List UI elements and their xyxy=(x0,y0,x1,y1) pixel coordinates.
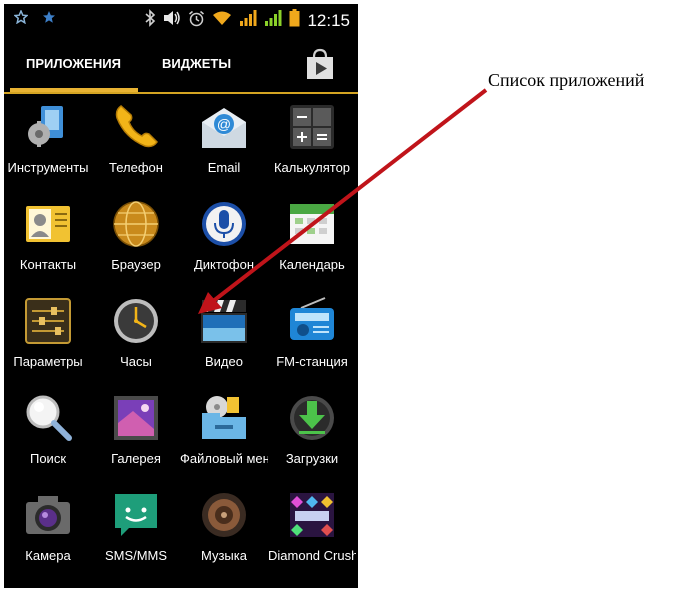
phone-screen: 12:15 ПРИЛОЖЕНИЯ ВИДЖЕТЫ Инструменты Тел… xyxy=(4,4,358,588)
app-label: Музыка xyxy=(201,548,247,563)
app-label: Диктофон xyxy=(193,257,255,272)
app-label: Email xyxy=(207,160,241,175)
app-recorder[interactable]: Диктофон xyxy=(180,197,268,294)
calendar-icon xyxy=(287,199,337,249)
annotation-label: Список приложений xyxy=(488,70,645,90)
star-icon xyxy=(42,10,56,29)
tab-widgets[interactable]: ВИДЖЕТЫ xyxy=(162,56,231,71)
app-label: Поиск xyxy=(29,451,67,466)
app-label: Календарь xyxy=(279,257,345,272)
app-label: Камера xyxy=(25,548,71,563)
clock-icon xyxy=(111,296,161,346)
bluetooth-icon xyxy=(144,9,156,32)
app-label: Часы xyxy=(120,354,152,369)
app-label: Калькулятор xyxy=(273,160,351,175)
tab-apps-indicator xyxy=(10,88,138,92)
app-fm-radio[interactable]: FM-станция xyxy=(268,294,356,391)
app-downloads[interactable]: Загрузки xyxy=(268,391,356,488)
messaging-icon xyxy=(111,490,161,540)
app-label: Телефон xyxy=(109,160,163,175)
app-camera[interactable]: Камера xyxy=(4,488,92,585)
app-label: Файловый менеджер xyxy=(180,451,268,466)
radio-icon xyxy=(287,296,337,346)
star-icon xyxy=(13,9,29,29)
settings-icon xyxy=(23,296,73,346)
contacts-icon xyxy=(23,199,73,249)
app-diamond-crush[interactable]: Diamond Crush xyxy=(268,488,356,585)
wifi-icon xyxy=(212,10,232,31)
svg-text:@: @ xyxy=(217,116,231,132)
file-manager-icon xyxy=(199,393,249,443)
app-tools[interactable]: Инструменты xyxy=(4,100,92,197)
browser-icon xyxy=(111,199,161,249)
volume-icon xyxy=(163,10,181,31)
app-settings[interactable]: Параметры xyxy=(4,294,92,391)
battery-icon xyxy=(289,9,300,32)
app-gallery[interactable]: Галерея xyxy=(92,391,180,488)
app-browser[interactable]: Браузер xyxy=(92,197,180,294)
app-search[interactable]: Поиск xyxy=(4,391,92,488)
status-time: 12:15 xyxy=(307,10,350,30)
camera-icon xyxy=(23,490,73,540)
app-label: Diamond Crush xyxy=(268,548,356,563)
app-label: Контакты xyxy=(19,257,77,272)
signal-icon xyxy=(264,10,282,31)
app-file-manager[interactable]: Файловый менеджер xyxy=(180,391,268,488)
microphone-icon xyxy=(199,199,249,249)
app-label: FM-станция xyxy=(276,354,348,369)
app-calendar[interactable]: Календарь xyxy=(268,197,356,294)
email-icon: @ xyxy=(199,102,249,152)
app-contacts[interactable]: Контакты xyxy=(4,197,92,294)
signal-icon xyxy=(239,10,257,31)
app-calculator[interactable]: Калькулятор xyxy=(268,100,356,197)
app-label: SMS/MMS xyxy=(104,548,168,563)
app-label: Инструменты xyxy=(7,160,89,175)
app-label: Браузер xyxy=(111,257,161,272)
app-clock[interactable]: Часы xyxy=(92,294,180,391)
app-label: Параметры xyxy=(13,354,83,369)
play-store-icon[interactable] xyxy=(304,48,336,80)
alarm-icon xyxy=(188,10,205,32)
app-label: Галерея xyxy=(111,451,161,466)
tab-bar: ПРИЛОЖЕНИЯ ВИДЖЕТЫ xyxy=(4,36,358,94)
calculator-icon xyxy=(287,102,337,152)
phone-icon xyxy=(111,102,161,152)
search-icon xyxy=(23,393,73,443)
gallery-icon xyxy=(111,393,161,443)
app-email[interactable]: @ Email xyxy=(180,100,268,197)
app-phone[interactable]: Телефон xyxy=(92,100,180,197)
video-icon xyxy=(199,296,249,346)
status-bar: 12:15 xyxy=(4,4,358,36)
downloads-icon xyxy=(287,393,337,443)
app-label: Загрузки xyxy=(285,451,339,466)
diamond-crush-icon xyxy=(287,490,337,540)
app-label: Видео xyxy=(205,354,243,369)
app-sms-mms[interactable]: SMS/MMS xyxy=(92,488,180,585)
app-music[interactable]: Музыка xyxy=(180,488,268,585)
tools-icon xyxy=(23,102,73,152)
app-video[interactable]: Видео xyxy=(180,294,268,391)
music-icon xyxy=(199,490,249,540)
tab-apps[interactable]: ПРИЛОЖЕНИЯ xyxy=(26,56,121,71)
